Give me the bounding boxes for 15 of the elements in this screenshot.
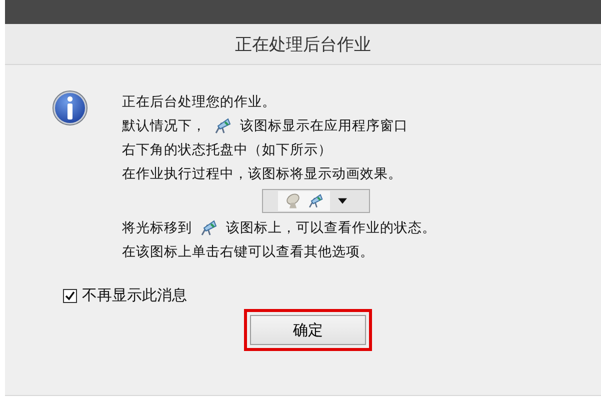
caret-icon	[338, 198, 347, 204]
message-text: 右下角的状态托盘中（如下所示）	[122, 141, 332, 159]
message-text: 正在后台处理您的作业。	[122, 93, 276, 111]
checkbox[interactable]	[63, 288, 77, 302]
message-text: 该图标显示在应用程序窗口	[240, 117, 408, 135]
message-text: 该图标上，可以查看作业的状态。	[226, 219, 436, 237]
dialog-title: 正在处理后台作业	[235, 34, 371, 56]
ok-button[interactable]: 确定	[250, 315, 366, 345]
checkbox-label[interactable]: 不再显示此消息	[82, 286, 187, 305]
info-icon	[52, 90, 88, 126]
message-text: 在该图标上单击右键可以查看其他选项。	[122, 243, 374, 261]
message-text: 将光标移到	[122, 219, 192, 237]
message-text: 在作业执行过程中，该图标将显示动画效果。	[122, 165, 402, 183]
dish-icon	[284, 192, 302, 210]
message-text: 默认情况下，	[122, 117, 206, 135]
